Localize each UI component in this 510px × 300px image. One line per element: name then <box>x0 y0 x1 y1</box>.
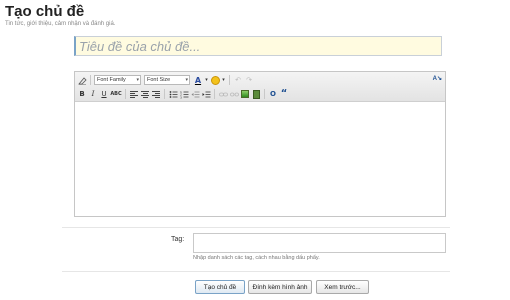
divider <box>62 227 450 228</box>
toolbar-separator <box>125 89 126 99</box>
chevron-down-icon: ▾ <box>185 77 188 83</box>
divider <box>62 271 450 272</box>
font-family-label: Font Family <box>97 77 126 83</box>
indent-icon[interactable] <box>201 89 211 99</box>
text-direction-icon[interactable]: A↘ <box>433 75 442 82</box>
tag-input[interactable] <box>193 233 446 253</box>
align-center-icon[interactable] <box>140 89 150 99</box>
align-left-icon[interactable] <box>129 89 139 99</box>
outdent-icon[interactable] <box>190 89 200 99</box>
chevron-down-icon: ▾ <box>136 77 139 83</box>
strikethrough-icon[interactable]: ABC <box>110 89 122 99</box>
align-right-icon[interactable] <box>151 89 161 99</box>
rich-text-editor: Font Family ▾ Font Size ▾ A ▾ ▾ ↶ ↷ A↘ B… <box>74 71 446 217</box>
link-icon[interactable] <box>218 89 228 99</box>
font-color-icon[interactable]: A <box>193 75 203 85</box>
smiley-dropdown-icon[interactable]: ▾ <box>221 75 226 85</box>
underline-icon[interactable]: U <box>99 89 109 99</box>
quote-icon[interactable]: “ <box>279 89 289 99</box>
undo-icon[interactable]: ↶ <box>233 75 243 85</box>
toolbar-separator <box>264 89 265 99</box>
media-icon[interactable] <box>251 89 261 99</box>
bullet-list-icon[interactable] <box>168 89 178 99</box>
bold-icon[interactable]: B <box>77 89 87 99</box>
code-icon[interactable]: O <box>268 89 278 99</box>
toolbar-row-2: B I U ABC 123 O “ <box>77 88 290 100</box>
smiley-icon[interactable] <box>210 75 220 85</box>
redo-icon[interactable]: ↷ <box>244 75 254 85</box>
tag-label: Tag: <box>171 236 185 243</box>
editor-toolbar: Font Family ▾ Font Size ▾ A ▾ ▾ ↶ ↷ A↘ B… <box>75 72 445 102</box>
font-size-select[interactable]: Font Size ▾ <box>144 75 190 85</box>
editor-content-area[interactable] <box>75 102 445 216</box>
font-family-select[interactable]: Font Family ▾ <box>94 75 141 85</box>
toolbar-separator <box>214 89 215 99</box>
thread-title-input[interactable] <box>74 36 442 56</box>
attach-image-button[interactable]: Đính kèm hình ảnh <box>248 280 312 294</box>
toolbar-separator <box>164 89 165 99</box>
page-title: Tạo chủ đề <box>5 3 85 20</box>
svg-text:3: 3 <box>180 95 182 99</box>
toolbar-row-1: Font Family ▾ Font Size ▾ A ▾ ▾ ↶ ↷ <box>77 74 255 86</box>
font-color-dropdown-icon[interactable]: ▾ <box>204 75 209 85</box>
page-subtitle: Tin tức, giới thiệu, cảm nhận và đánh gi… <box>5 21 116 27</box>
toolbar-separator <box>229 75 230 85</box>
numbered-list-icon[interactable]: 123 <box>179 89 189 99</box>
preview-button[interactable]: Xem trước... <box>316 280 369 294</box>
remove-format-icon[interactable] <box>77 75 87 85</box>
toolbar-separator <box>90 75 91 85</box>
image-icon[interactable] <box>240 89 250 99</box>
create-thread-button[interactable]: Tạo chủ đề <box>195 280 245 294</box>
italic-icon[interactable]: I <box>88 89 98 99</box>
unlink-icon[interactable] <box>229 89 239 99</box>
tag-hint: Nhập danh sách các tag, cách nhau bằng d… <box>193 255 320 261</box>
font-size-label: Font Size <box>147 77 171 83</box>
